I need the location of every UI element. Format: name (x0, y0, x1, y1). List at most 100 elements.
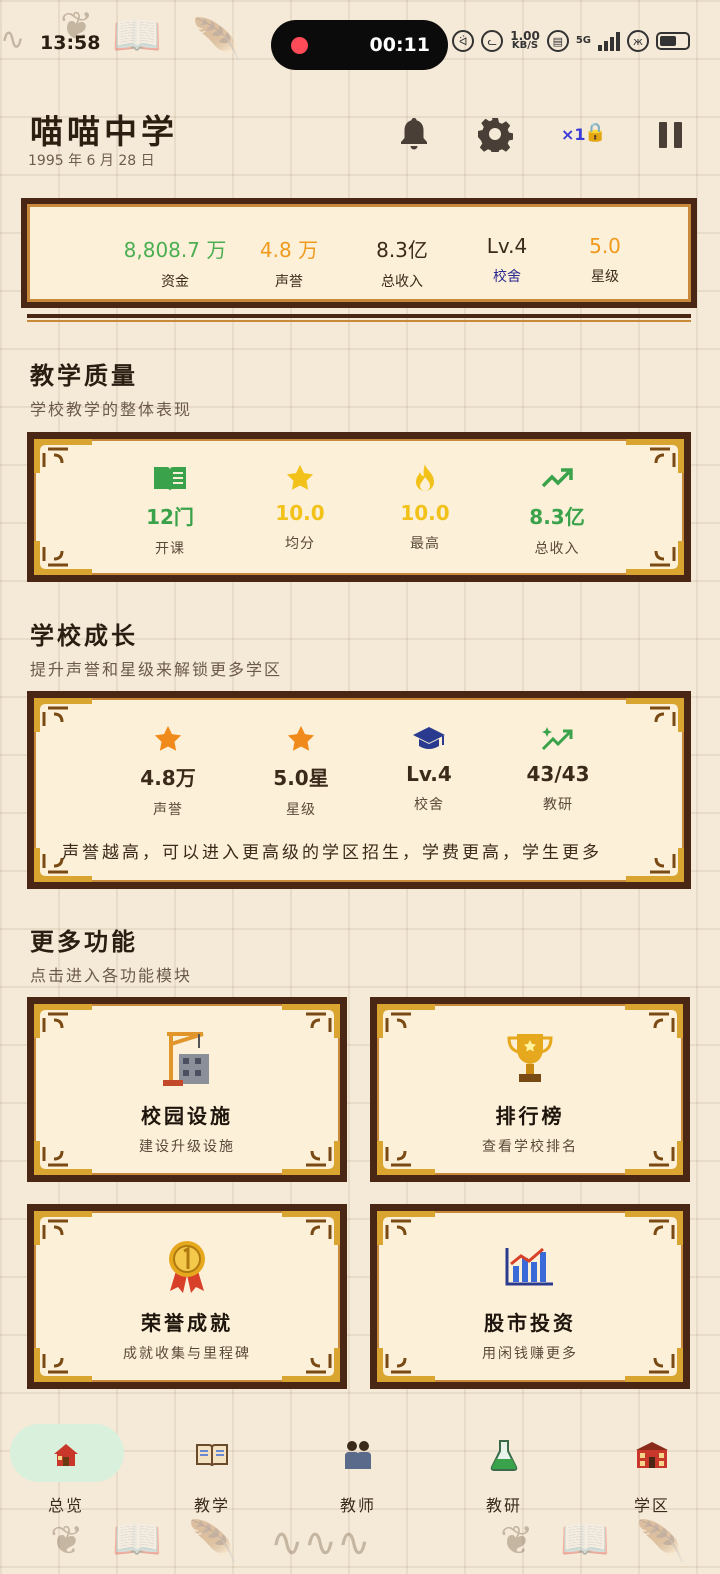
pause-icon[interactable] (659, 122, 683, 148)
feature-title: 校园设施 (141, 1104, 233, 1128)
game-speed-label[interactable]: ×1 (561, 125, 586, 144)
construction-icon (34, 1028, 340, 1090)
stat-courses: 12门 开课 (105, 461, 235, 558)
feature-description: 用闲钱赚更多 (482, 1346, 578, 1362)
nav-item-school-district[interactable]: 学区 (592, 1414, 712, 1524)
printer-notification-icon: ▤ (546, 30, 569, 52)
ornament-corner-icon (34, 698, 92, 732)
ornament-corner-icon (626, 698, 684, 732)
nav-item-teaching[interactable]: 教学 (152, 1414, 272, 1524)
trend-up-icon (492, 461, 622, 495)
stat-value: 10.0 (275, 501, 325, 525)
school-name: 喵喵中学 (30, 112, 178, 151)
ornament-corner-icon (34, 439, 92, 473)
feature-title: 股市投资 (484, 1311, 576, 1335)
house-icon (6, 1434, 126, 1476)
open-book-icon (152, 1434, 272, 1476)
status-time: 13:58 (40, 32, 101, 54)
school-building-icon (592, 1434, 712, 1476)
resource-label: 声誉 (275, 274, 303, 290)
bottom-nav: 总览 教学 教师 教研 学区 (0, 1414, 720, 1524)
leaf-doodle-icon: ❦ (500, 1518, 534, 1564)
stat-label: 声誉 (153, 802, 183, 818)
screen-recording-pill[interactable]: 00:11 (271, 20, 448, 70)
status-bar: 13:58 00:11 ᐛ ᓚ 1.00 KB/S ▤ 5G ж (0, 0, 720, 92)
school-growth-title: 学校成长 (30, 621, 138, 650)
status-icons: ᐛ ᓚ 1.00 KB/S ▤ 5G ж (452, 30, 690, 52)
nav-item-overview[interactable]: 总览 (6, 1414, 126, 1524)
recording-timer: 00:11 (369, 34, 430, 56)
network-type: 5G (575, 35, 591, 46)
ornament-corner-icon (34, 541, 92, 575)
resource-funds: 8,808.7 万 资金 (115, 234, 235, 291)
school-growth-panel: 4.8万 声誉 5.0星 星级 Lv.4 校舍 43/43 教研 声誉越高，可以… (27, 691, 691, 889)
resource-value: 5.0 (589, 234, 621, 258)
lock-icon[interactable]: 🔒 (584, 122, 606, 143)
resource-value: 8,808.7 万 (123, 238, 227, 262)
stat-campus-level: Lv.4 校舍 (364, 722, 494, 814)
star-icon (236, 722, 366, 756)
stat-value: 5.0星 (273, 766, 329, 790)
bell-icon[interactable] (398, 116, 430, 152)
stat-highest-score: 10.0 最高 (360, 461, 490, 553)
stat-value: 8.3亿 (529, 505, 585, 529)
feature-card-stock-investment[interactable]: 股市投资 用闲钱赚更多 (370, 1204, 690, 1389)
graduation-cap-icon (364, 722, 494, 756)
teaching-quality-subtitle: 学校教学的整体表现 (30, 400, 193, 419)
stat-value: 10.0 (400, 501, 450, 525)
frog-notification-icon: ᐛ (452, 30, 475, 52)
ornament-corner-icon (626, 439, 684, 473)
flame-icon (360, 461, 490, 495)
stat-label: 开课 (155, 541, 185, 557)
stat-total-income: 8.3亿 总收入 (492, 461, 622, 558)
resource-label: 总收入 (381, 274, 423, 290)
star-icon (103, 722, 233, 756)
stat-value: 4.8万 (140, 766, 196, 790)
more-features-title: 更多功能 (30, 927, 138, 956)
stat-average-score: 10.0 均分 (235, 461, 365, 553)
resource-value: 8.3亿 (376, 238, 428, 262)
signal-icon (598, 31, 620, 51)
leaf-doodle-icon: ❦ (50, 1518, 84, 1564)
more-features-subtitle: 点击进入各功能模块 (30, 966, 193, 985)
school-growth-subtitle: 提升声誉和星级来解锁更多学区 (30, 660, 283, 679)
swirl-doodle-icon: ∿∿∿ (270, 1520, 371, 1566)
stat-star-rating: 5.0星 星级 (236, 722, 366, 819)
stat-label: 教研 (543, 797, 573, 813)
feather-doodle-icon: 🪶 (636, 1519, 686, 1565)
resource-panel-underline (27, 314, 691, 322)
gear-icon[interactable] (477, 116, 514, 155)
feature-description: 成就收集与里程碑 (123, 1346, 251, 1362)
resource-reputation: 4.8 万 声誉 (229, 234, 349, 291)
nav-item-teachers[interactable]: 教师 (298, 1414, 418, 1524)
feature-title: 排行榜 (495, 1104, 565, 1128)
resource-panel: 8,808.7 万 资金 4.8 万 声誉 8.3亿 总收入 Lv.4 校舍 5… (21, 198, 697, 308)
teaching-quality-title: 教学质量 (30, 361, 138, 390)
sparkle-trend-icon (493, 722, 623, 756)
book-icon (105, 461, 235, 495)
resource-label: 星级 (591, 269, 619, 285)
recording-dot-icon (291, 37, 308, 54)
stat-value: 43/43 (526, 762, 590, 786)
battery-icon (656, 32, 690, 50)
stat-label: 总收入 (534, 541, 580, 557)
school-growth-note: 声誉越高，可以进入更高级的学区招生，学费更高，学生更多 (62, 843, 602, 863)
stat-label: 最高 (410, 536, 440, 552)
feather-doodle-icon: 🪶 (188, 1519, 238, 1565)
stat-value: 12门 (146, 505, 194, 529)
flask-icon (444, 1434, 564, 1476)
crab-notification-icon: ж (627, 30, 649, 52)
feature-card-leaderboard[interactable]: 排行榜 查看学校排名 (370, 997, 690, 1182)
net-speed: 1.00 KB/S (510, 29, 540, 51)
teaching-quality-panel: 12门 开课 10.0 均分 10.0 最高 8.3亿 总收入 (27, 432, 691, 582)
nav-item-research[interactable]: 教研 (444, 1414, 564, 1524)
feature-description: 建设升级设施 (139, 1139, 235, 1155)
feature-card-honors-achievements[interactable]: 荣誉成就 成就收集与里程碑 (27, 1204, 347, 1389)
ornament-corner-icon (626, 541, 684, 575)
resource-star-rating: 5.0 星级 (545, 234, 665, 286)
feature-description: 查看学校排名 (482, 1139, 578, 1155)
stat-label: 星级 (286, 802, 316, 818)
resource-total-income: 8.3亿 总收入 (342, 234, 462, 291)
resource-value: 4.8 万 (259, 238, 319, 262)
feature-card-campus-facilities[interactable]: 校园设施 建设升级设施 (27, 997, 347, 1182)
